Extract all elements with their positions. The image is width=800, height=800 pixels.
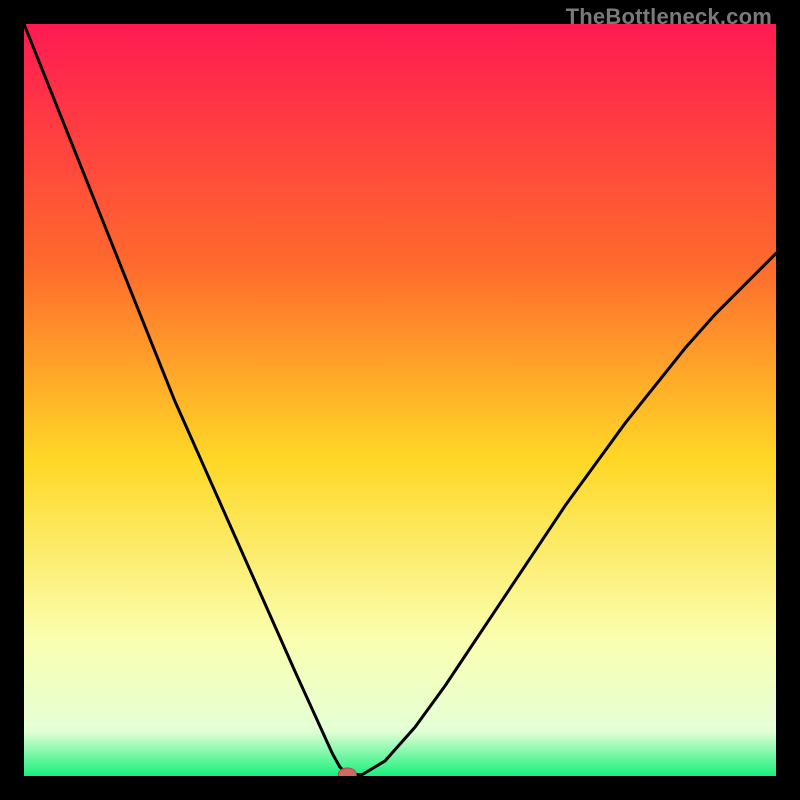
- plot-area: [24, 24, 776, 776]
- gradient-background: [24, 24, 776, 776]
- chart-frame: TheBottleneck.com: [0, 0, 800, 800]
- chart-svg: [24, 24, 776, 776]
